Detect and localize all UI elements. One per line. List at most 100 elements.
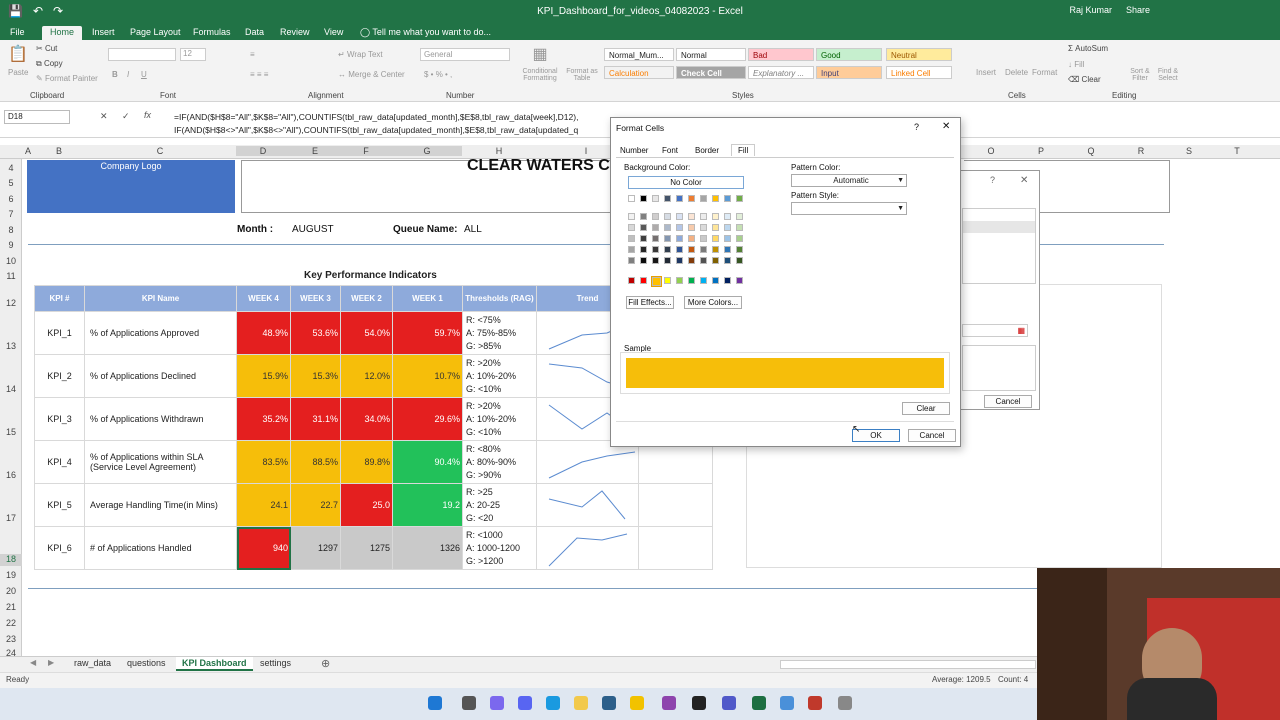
standard-color-swatch[interactable] (651, 276, 662, 287)
threshold-cell[interactable]: R: <80% A: 80%-90% G: >90% (462, 440, 537, 484)
week-3-cell[interactable]: 53.6% (290, 311, 341, 355)
tab-number[interactable]: Number (620, 146, 648, 155)
share-button[interactable]: Share (1126, 5, 1150, 15)
currency-icon[interactable]: $ • % • , (424, 70, 452, 79)
theme-shade-swatch[interactable] (652, 213, 659, 220)
row-header[interactable]: 9 (0, 240, 22, 250)
row-header[interactable]: 12 (0, 298, 22, 308)
theme-shade-swatch[interactable] (640, 257, 647, 264)
undo-icon[interactable]: ↶ (33, 4, 43, 18)
windows-start-icon[interactable] (428, 696, 442, 710)
row-header[interactable]: 17 (0, 513, 22, 523)
theme-shade-swatch[interactable] (736, 257, 743, 264)
kpi-name-cell[interactable]: Average Handling Time(in Mins) (84, 483, 237, 527)
col-header-e[interactable]: E (290, 146, 340, 156)
week-2-cell[interactable]: 89.8% (340, 440, 393, 484)
obs-icon[interactable] (692, 696, 706, 710)
sheet-tab-kpi-dashboard[interactable]: KPI Dashboard (176, 657, 253, 671)
insert-function-icon[interactable]: fx (144, 110, 151, 120)
find-select-button[interactable]: Find & Select (1152, 68, 1184, 82)
col-header-d[interactable]: D (236, 146, 290, 156)
col-header-h[interactable]: H (462, 146, 536, 156)
style-calculation[interactable]: Calculation (604, 66, 674, 79)
style-good[interactable]: Good (816, 48, 882, 61)
theme-shade-swatch[interactable] (664, 246, 671, 253)
teams-icon[interactable] (722, 696, 736, 710)
week-4-cell-selected[interactable]: 940 (236, 526, 291, 570)
fill-effects-button[interactable]: Fill Effects... (626, 296, 674, 309)
italic-button[interactable]: I (127, 70, 129, 79)
row-header[interactable]: 22 (0, 618, 22, 628)
row-header[interactable]: 20 (0, 586, 22, 596)
week-1-cell[interactable]: 10.7% (392, 354, 463, 398)
col-header-t[interactable]: T (1212, 146, 1262, 156)
align-left-icon[interactable]: ≡ ≡ ≡ (250, 70, 268, 79)
col-header-a[interactable]: A (22, 146, 34, 156)
style-neutral[interactable]: Neutral (886, 48, 952, 61)
threshold-cell[interactable]: R: <75% A: 75%-85% G: >85% (462, 311, 537, 355)
row-header[interactable]: 10 (0, 256, 22, 266)
notepad-icon[interactable] (780, 696, 794, 710)
format-as-table-button[interactable]: Format as Table (564, 68, 600, 82)
row-header[interactable]: 11 (0, 271, 22, 281)
theme-shade-swatch[interactable] (664, 257, 671, 264)
bg-dialog-close-icon[interactable]: ✕ (1020, 175, 1028, 186)
theme-shade-swatch[interactable] (688, 235, 695, 242)
standard-color-swatch[interactable] (640, 277, 647, 284)
underline-button[interactable]: U (141, 70, 147, 79)
week-2-cell[interactable]: 54.0% (340, 311, 393, 355)
format-painter-button[interactable]: ✎ Format Painter (36, 74, 98, 83)
copy-button[interactable]: ⧉ Copy (36, 59, 63, 69)
more-colors-button[interactable]: More Colors... (684, 296, 742, 309)
trend-cell[interactable] (536, 483, 639, 527)
trend-cell[interactable] (536, 526, 639, 570)
theme-shade-swatch[interactable] (712, 213, 719, 220)
paste-icon[interactable]: 📋 (8, 44, 28, 64)
conditional-formatting-button[interactable]: Conditional Formatting (516, 68, 564, 82)
redo-icon[interactable]: ↷ (53, 4, 63, 18)
style-linked-cell[interactable]: Linked Cell (886, 66, 952, 79)
theme-shade-swatch[interactable] (664, 224, 671, 231)
next-sheet-icon[interactable]: ▶ (48, 658, 54, 667)
user-name[interactable]: Raj Kumar (1069, 5, 1112, 15)
prev-sheet-icon[interactable]: ◀ (30, 658, 36, 667)
theme-shade-swatch[interactable] (712, 235, 719, 242)
week-2-cell[interactable]: 12.0% (340, 354, 393, 398)
style-normal[interactable]: Normal (676, 48, 746, 61)
week-4-cell[interactable]: 15.9% (236, 354, 291, 398)
chat-icon[interactable] (490, 696, 504, 710)
sheet-tab-settings[interactable]: settings (254, 657, 297, 671)
theme-shade-swatch[interactable] (652, 235, 659, 242)
row-header[interactable]: 19 (0, 570, 22, 580)
tab-view[interactable]: View (324, 26, 343, 40)
theme-shade-swatch[interactable] (700, 257, 707, 264)
theme-shade-swatch[interactable] (652, 257, 659, 264)
discord-icon[interactable] (518, 696, 532, 710)
header-week-1[interactable]: WEEK 1 (392, 285, 463, 312)
bg-dialog-range-input[interactable]: ▦ (962, 324, 1028, 337)
standard-color-swatch[interactable] (700, 277, 707, 284)
clear-button[interactable]: ⌫ Clear (1068, 75, 1101, 84)
header-week-2[interactable]: WEEK 2 (340, 285, 393, 312)
delete-cells-button[interactable]: Delete (1005, 68, 1028, 77)
horizontal-scrollbar[interactable] (780, 660, 1036, 669)
theme-shade-swatch[interactable] (724, 246, 731, 253)
align-top-icon[interactable]: ≡ (250, 50, 255, 59)
theme-color-swatch[interactable] (736, 195, 743, 202)
theme-shade-swatch[interactable] (652, 246, 659, 253)
row-header-selected[interactable]: 18 (0, 554, 22, 566)
standard-color-swatch[interactable] (676, 277, 683, 284)
kpi-name-cell[interactable]: % of Applications Approved (84, 311, 237, 355)
week-3-cell[interactable]: 1297 (290, 526, 341, 570)
dialog-close-icon[interactable]: ✕ (942, 121, 950, 132)
theme-shade-swatch[interactable] (628, 257, 635, 264)
theme-color-swatch[interactable] (688, 195, 695, 202)
col-header-s[interactable]: S (1166, 146, 1212, 156)
powerpoint-icon[interactable] (808, 696, 822, 710)
theme-shade-swatch[interactable] (652, 224, 659, 231)
formula-input[interactable]: =IF(AND($H$8="All",$K$8="All"),COUNTIFS(… (174, 111, 614, 137)
kpi-id-cell[interactable]: KPI_2 (34, 354, 85, 398)
header-week-4[interactable]: WEEK 4 (236, 285, 291, 312)
standard-color-swatch[interactable] (688, 277, 695, 284)
paste-button[interactable]: Paste (8, 68, 28, 77)
